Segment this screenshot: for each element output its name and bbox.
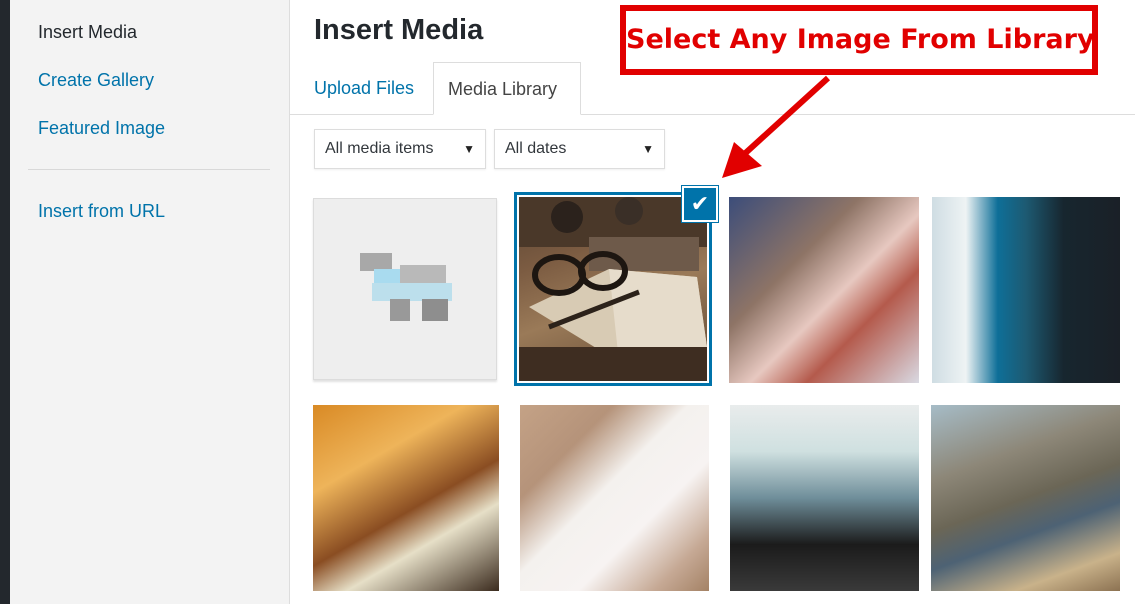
document-icon bbox=[360, 253, 452, 323]
media-type-filter-value: All media items bbox=[325, 140, 434, 157]
admin-sidebar-edge bbox=[0, 0, 10, 604]
dropdown-arrow-icon: ▼ bbox=[642, 142, 654, 156]
menu-item-create-gallery[interactable]: Create Gallery bbox=[38, 70, 154, 91]
tab-media-library[interactable]: Media Library bbox=[433, 62, 581, 115]
frame-title: Insert Media bbox=[314, 14, 484, 46]
annotation-callout: Select Any Image From Library bbox=[620, 5, 1098, 75]
attachment-image-outdoor[interactable] bbox=[931, 405, 1120, 591]
image-notebook-glasses bbox=[519, 197, 707, 381]
media-type-filter[interactable]: All media items ▼ bbox=[314, 129, 486, 169]
date-filter-value: All dates bbox=[505, 140, 567, 157]
selected-check-icon[interactable]: ✔ bbox=[682, 186, 718, 222]
attachment-image-landscape[interactable] bbox=[730, 405, 919, 591]
date-filter[interactable]: All dates ▼ bbox=[494, 129, 665, 169]
attachment-image-table[interactable] bbox=[313, 405, 499, 591]
attachment-image-typing[interactable] bbox=[729, 197, 919, 383]
attachment-selected[interactable] bbox=[514, 192, 712, 386]
annotation-arrow-icon bbox=[722, 75, 831, 178]
attachment-image-paper[interactable] bbox=[520, 405, 709, 591]
menu-item-insert-from-url[interactable]: Insert from URL bbox=[38, 201, 165, 222]
media-modal-menu: Insert Media Create Gallery Featured Ima… bbox=[10, 0, 290, 604]
dropdown-arrow-icon: ▼ bbox=[463, 142, 475, 156]
menu-item-featured-image[interactable]: Featured Image bbox=[38, 118, 165, 139]
attachment-placeholder[interactable] bbox=[313, 198, 497, 380]
attachment-image-window[interactable] bbox=[932, 197, 1120, 383]
menu-item-insert-media[interactable]: Insert Media bbox=[38, 22, 137, 43]
tab-upload-files[interactable]: Upload Files bbox=[300, 62, 428, 115]
menu-separator bbox=[28, 169, 270, 170]
